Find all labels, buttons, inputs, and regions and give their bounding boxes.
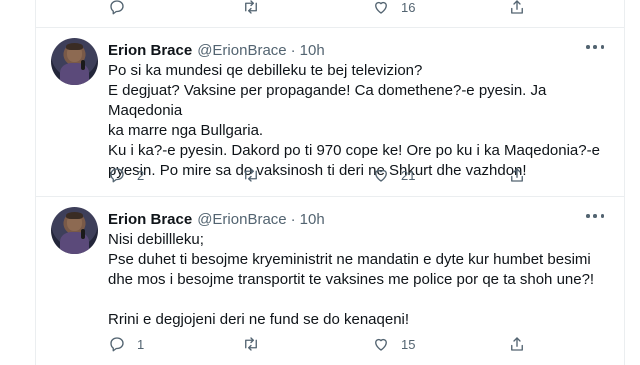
tweet-line	[108, 290, 613, 310]
top-action-bar: 16	[36, 0, 624, 19]
author-handle[interactable]: @ErionBrace	[197, 42, 286, 59]
reply-button[interactable]: 1	[108, 332, 144, 356]
reply-icon	[110, 337, 124, 352]
timestamp[interactable]: 10h	[300, 211, 325, 228]
avatar[interactable]	[51, 38, 98, 85]
author-name[interactable]: Erion Brace	[108, 211, 192, 228]
reply-button[interactable]: 2	[108, 163, 144, 187]
share-icon	[511, 337, 523, 351]
retweet-button[interactable]	[242, 163, 271, 187]
reply-button[interactable]	[108, 0, 137, 19]
more-icon[interactable]	[586, 211, 604, 221]
tweet-text: Nisi debillleku; Pse duhet ti besojme kr…	[108, 230, 613, 330]
tweet-header: Erion Brace @ErionBrace · 10h	[108, 209, 325, 229]
divider	[36, 27, 624, 28]
like-button[interactable]: 15	[372, 332, 415, 356]
tweet-line: Pse duhet ti besojme kryeministrit ne ma…	[108, 251, 591, 268]
retweet-icon	[245, 337, 257, 351]
heart-icon	[375, 338, 387, 351]
tweet-line: dhe mos i besojme transportit te vaksine…	[108, 271, 595, 288]
tweet-line: ka marre nga Bullgaria.	[108, 122, 264, 139]
share-button[interactable]	[508, 163, 526, 187]
tweet-line: Nisi debillleku;	[108, 231, 204, 248]
divider	[36, 196, 624, 197]
share-button[interactable]	[508, 332, 526, 356]
share-icon	[511, 168, 523, 182]
separator-dot: ·	[290, 41, 296, 59]
timestamp[interactable]: 10h	[300, 42, 325, 59]
heart-icon	[375, 1, 387, 14]
author-handle[interactable]: @ErionBrace	[197, 211, 286, 228]
tweet-action-bar: 2 21	[36, 163, 624, 187]
like-button[interactable]: 16	[372, 0, 415, 19]
reply-icon	[110, 168, 124, 183]
tweet-header: Erion Brace @ErionBrace · 10h	[108, 40, 325, 60]
reply-count: 1	[137, 336, 145, 352]
reply-count: 2	[137, 167, 145, 183]
tweet-line: Po si ka mundesi qe debilleku te bej tel…	[108, 62, 423, 79]
reply-icon	[110, 0, 124, 15]
tweet[interactable]: Erion Brace @ErionBrace · 10h Nisi debil…	[36, 207, 624, 357]
tweet-line: Rrini e degjojeni deri ne fund se do ken…	[108, 311, 410, 328]
share-icon	[511, 0, 523, 14]
tweet-line: E degjuat? Vaksine per propagande! Ca do…	[108, 82, 547, 119]
tweet-action-bar: 1 15	[36, 332, 624, 356]
retweet-icon	[245, 0, 257, 14]
heart-icon	[375, 169, 387, 182]
tweet-feed: 16 Erion Brace @ErionBrace · 10h Po si k…	[35, 0, 625, 365]
retweet-button[interactable]	[242, 332, 271, 356]
retweet-button[interactable]	[242, 0, 271, 19]
avatar[interactable]	[51, 207, 98, 254]
separator-dot: ·	[290, 210, 296, 228]
author-name[interactable]: Erion Brace	[108, 42, 192, 59]
retweet-icon	[245, 168, 257, 182]
share-button[interactable]	[508, 0, 526, 19]
like-count: 15	[401, 336, 416, 352]
like-count: 16	[401, 0, 416, 15]
like-button[interactable]: 21	[372, 163, 415, 187]
more-icon[interactable]	[586, 42, 604, 52]
tweet-line: Ku i ka?-e pyesin. Dakord po ti 970 cope…	[108, 142, 600, 159]
like-count: 21	[401, 167, 416, 183]
tweet[interactable]: Erion Brace @ErionBrace · 10h Po si ka m…	[36, 38, 624, 193]
